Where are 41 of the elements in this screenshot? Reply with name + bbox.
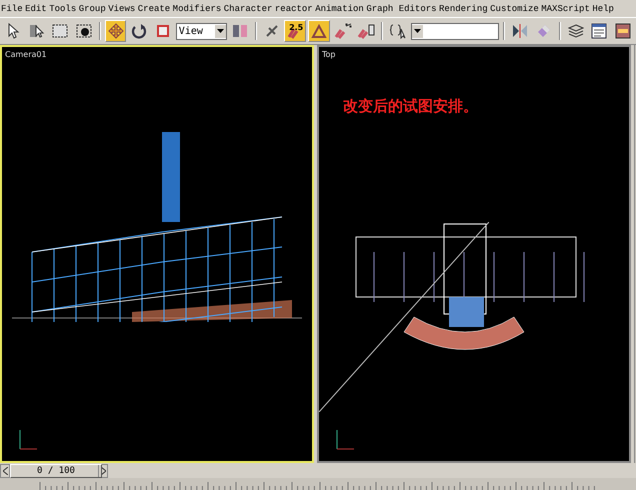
angle-snap-button[interactable] [308, 20, 330, 42]
menu-item[interactable]: Rendering [439, 4, 488, 14]
menu-item[interactable]: Customize [490, 4, 539, 14]
percent-snap-icon [334, 23, 352, 39]
annotation-text: 改变后的试图安排。 [343, 97, 478, 116]
dropdown[interactable]: View [176, 22, 228, 40]
viewport[interactable]: Camera01 [0, 45, 314, 463]
menu-item[interactable]: Help [592, 4, 614, 14]
menu-item[interactable]: Graph Editors [366, 4, 437, 14]
align-icon [536, 23, 552, 39]
menu-item[interactable]: Animation [315, 4, 364, 14]
layers-icon [568, 23, 584, 39]
move-button[interactable] [104, 20, 126, 42]
schematic-icon [591, 23, 608, 39]
menu-item[interactable]: Tools [49, 4, 76, 14]
menu-item[interactable]: Edit [25, 4, 47, 14]
angle-snap-icon [310, 23, 327, 39]
move-icon [108, 23, 124, 39]
menu-item[interactable]: Create [138, 4, 170, 14]
render-icon [615, 23, 632, 39]
menu-item[interactable]: Views [108, 4, 136, 14]
spinner-snap-icon [357, 23, 376, 39]
select-by-name-icon [28, 23, 45, 39]
menu-item[interactable]: Character [224, 4, 272, 14]
menu-item[interactable]: Modifiers [172, 4, 222, 14]
menu-item[interactable]: reactor [274, 4, 313, 14]
dropdown[interactable] [410, 22, 500, 40]
viewport-label[interactable]: Camera01 [5, 50, 47, 59]
menu-item[interactable]: File [1, 4, 23, 14]
caret-icon [217, 29, 224, 33]
viewport[interactable]: Top 改变后的试图安排。 [317, 45, 631, 463]
caret-icon [414, 29, 421, 33]
previous-frame-button[interactable] [0, 464, 10, 478]
select-icon [6, 23, 20, 39]
frame-counter[interactable]: 0 / 100 [10, 464, 102, 478]
menu-item[interactable]: Group [78, 4, 106, 14]
region-icon [52, 24, 68, 38]
rotate-icon [131, 23, 148, 39]
viewport-label[interactable]: Top [322, 50, 336, 59]
mirror-icon [512, 23, 528, 39]
menu-item[interactable]: MAXScript [541, 4, 590, 14]
